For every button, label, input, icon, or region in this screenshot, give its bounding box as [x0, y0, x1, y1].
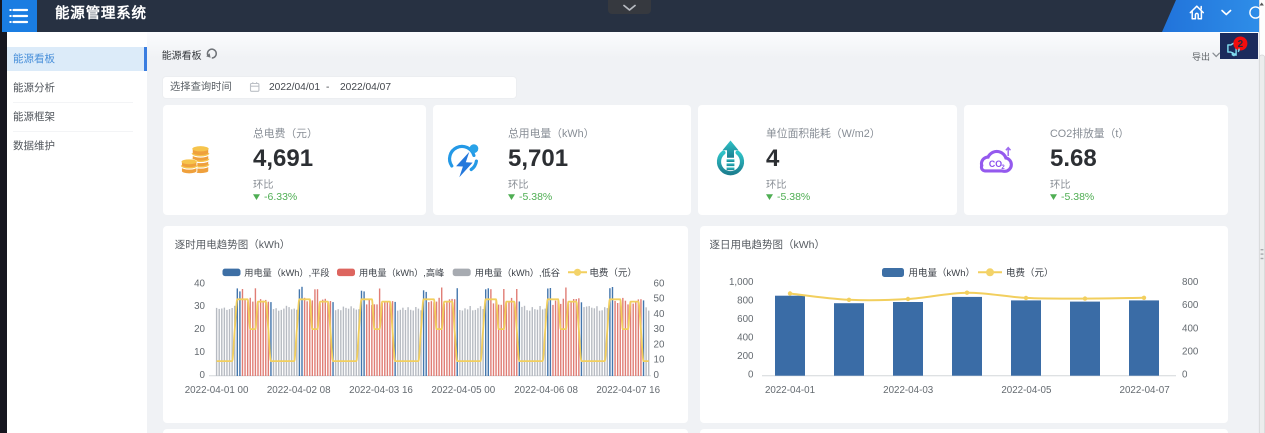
svg-text:2022-04-01: 2022-04-01 — [765, 385, 815, 396]
svg-text:电费（元）: 电费（元） — [589, 267, 637, 279]
svg-text:400: 400 — [1182, 323, 1199, 334]
svg-text:CO: CO — [989, 159, 1002, 169]
svg-text:40: 40 — [654, 309, 665, 320]
svg-text:2022-04-05: 2022-04-05 — [1001, 385, 1052, 396]
svg-text:60: 60 — [654, 278, 665, 289]
svg-text:10: 10 — [194, 347, 205, 358]
svg-text:2022-04-06 08: 2022-04-06 08 — [514, 385, 578, 396]
svg-text:2: 2 — [1238, 39, 1244, 50]
svg-text:2022-04-01 00: 2022-04-01 00 — [185, 385, 249, 396]
svg-text:20: 20 — [654, 339, 665, 350]
svg-text:800: 800 — [1182, 277, 1199, 288]
svg-text:600: 600 — [1182, 300, 1199, 311]
svg-text:0: 0 — [654, 370, 660, 381]
svg-text:0: 0 — [200, 370, 206, 381]
svg-text:0: 0 — [1182, 370, 1188, 381]
svg-text:2022-04-02 08: 2022-04-02 08 — [267, 385, 331, 396]
svg-text:10: 10 — [654, 355, 665, 366]
svg-text:50: 50 — [654, 294, 665, 305]
svg-text:200: 200 — [1182, 347, 1199, 358]
svg-text:400: 400 — [737, 333, 754, 344]
svg-text:200: 200 — [737, 351, 754, 362]
svg-text:600: 600 — [737, 314, 754, 325]
svg-text:2022-04-03: 2022-04-03 — [883, 385, 934, 396]
svg-text:2022-04-07 16: 2022-04-07 16 — [596, 385, 660, 396]
svg-text:2022-04-07: 2022-04-07 — [1120, 385, 1170, 396]
svg-text:2022-04-05 00: 2022-04-05 00 — [431, 385, 495, 396]
svg-text:30: 30 — [654, 324, 665, 335]
svg-text:用电量（kWh）,高峰: 用电量（kWh）,高峰 — [359, 267, 444, 278]
svg-text:电费（元）: 电费（元） — [1006, 267, 1054, 279]
svg-text:用电量（kWh）,平段: 用电量（kWh）,平段 — [244, 267, 329, 278]
svg-text:用电量（kWh）,低谷: 用电量（kWh）,低谷 — [475, 267, 560, 278]
svg-text:30: 30 — [194, 301, 205, 312]
svg-text:1,000: 1,000 — [729, 277, 754, 288]
svg-text:2022-04-03 16: 2022-04-03 16 — [349, 385, 413, 396]
svg-text:40: 40 — [194, 278, 205, 289]
svg-text:用电量（kWh）: 用电量（kWh） — [909, 267, 976, 279]
svg-text:20: 20 — [194, 324, 205, 335]
svg-text:800: 800 — [737, 296, 754, 307]
svg-text:0: 0 — [748, 370, 754, 381]
